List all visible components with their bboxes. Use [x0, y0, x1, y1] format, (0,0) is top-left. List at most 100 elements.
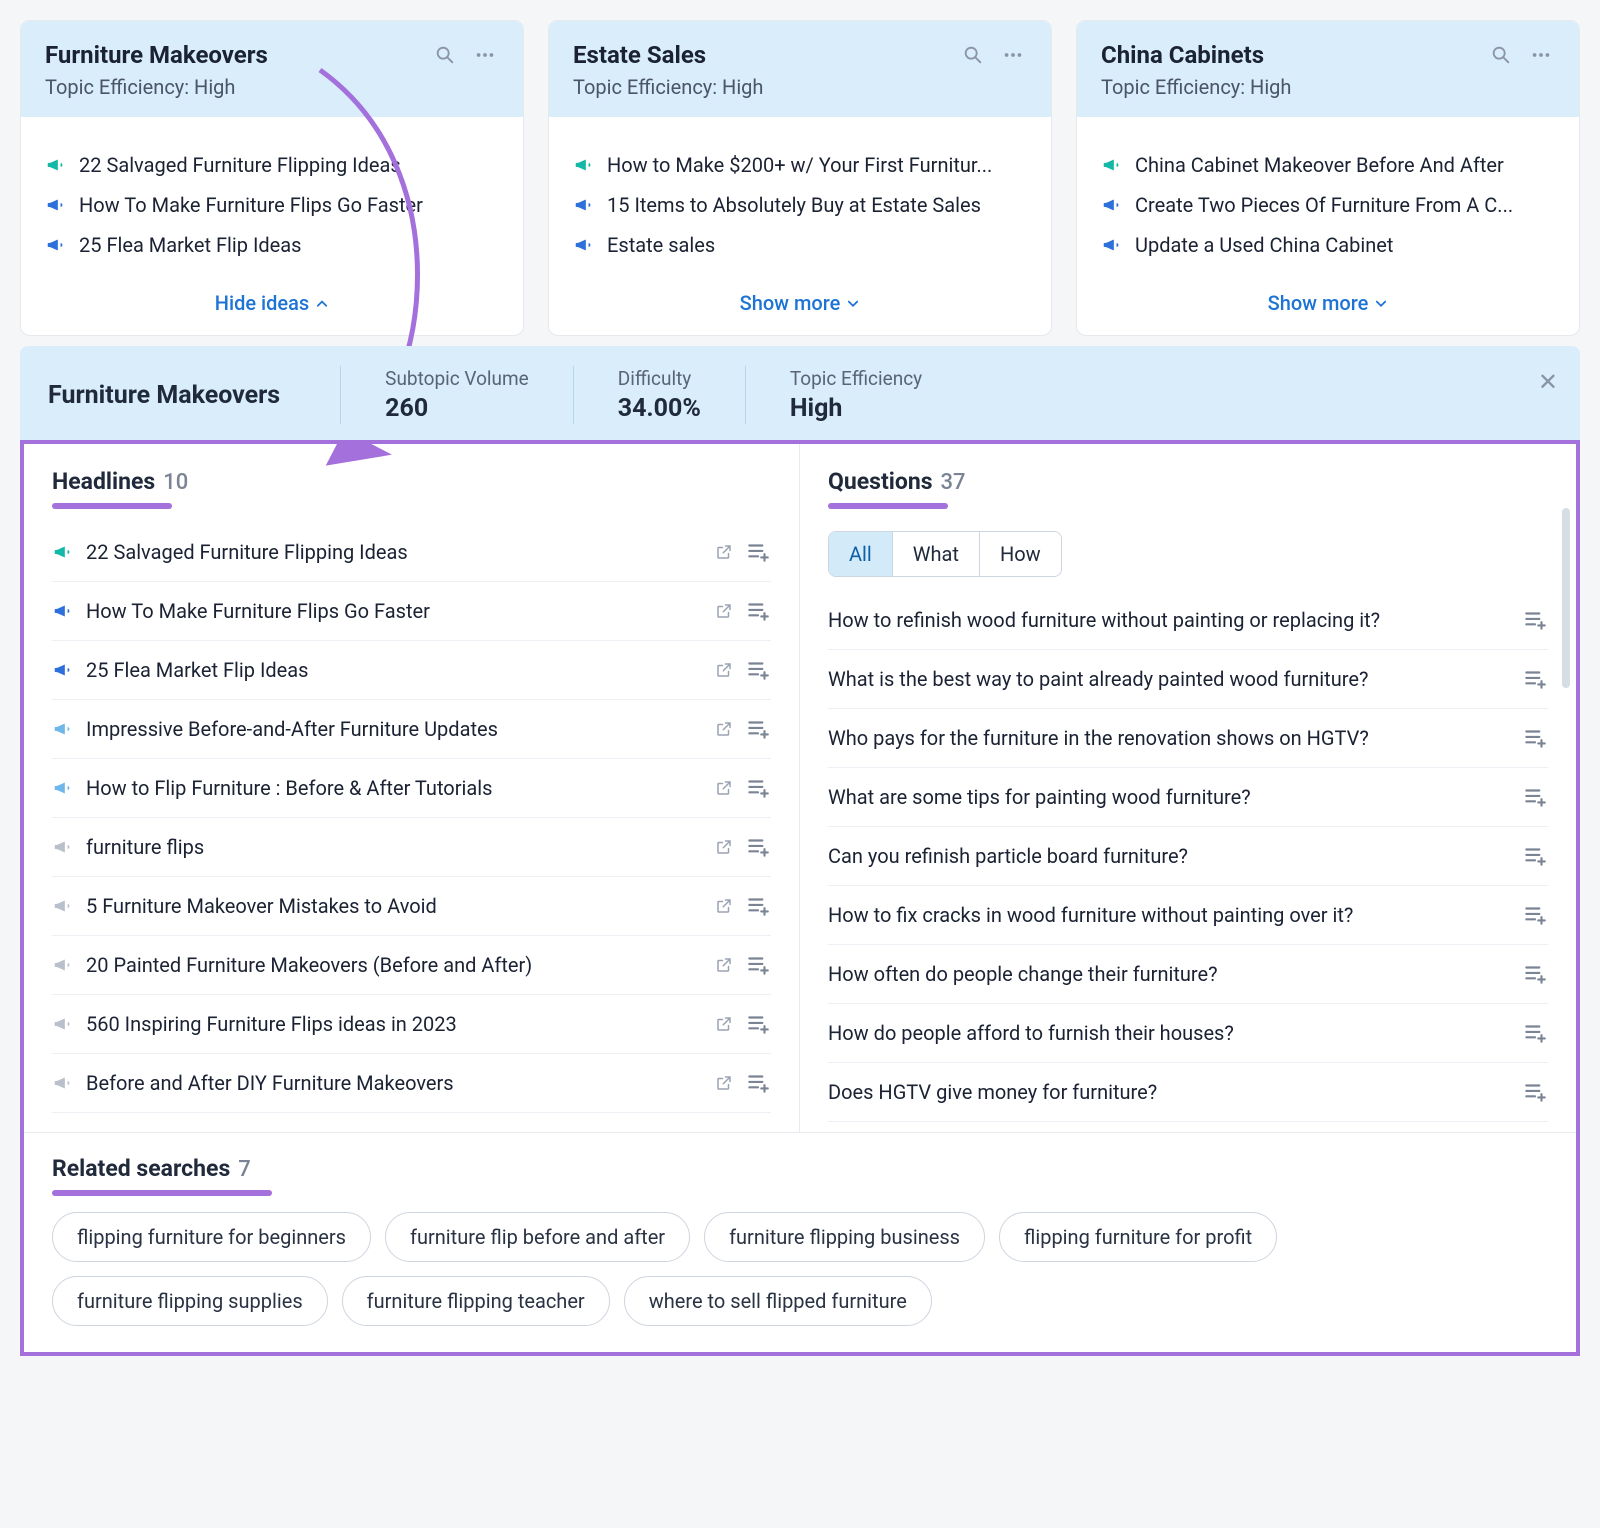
- search-icon[interactable]: [431, 41, 459, 69]
- filter-tab-what[interactable]: What: [893, 532, 980, 576]
- add-to-list-icon[interactable]: [1522, 1079, 1548, 1105]
- add-to-list-icon[interactable]: [745, 775, 771, 801]
- headline-row[interactable]: Before and After DIY Furniture Makeovers: [52, 1054, 771, 1113]
- card-title: Estate Sales: [573, 41, 947, 69]
- card-header: China Cabinets Topic Efficiency: High: [1077, 21, 1579, 117]
- card-body: 22 Salvaged Furniture Flipping Ideas How…: [21, 117, 523, 275]
- question-text: What is the best way to paint already pa…: [828, 667, 1510, 691]
- external-link-icon[interactable]: [715, 1074, 733, 1092]
- add-to-list-icon[interactable]: [1522, 784, 1548, 810]
- add-to-list-icon[interactable]: [745, 1011, 771, 1037]
- card-header: Furniture Makeovers Topic Efficiency: Hi…: [21, 21, 523, 117]
- related-chip[interactable]: furniture flipping supplies: [52, 1276, 328, 1326]
- add-to-list-icon[interactable]: [745, 893, 771, 919]
- question-row[interactable]: What are some tips for painting wood fur…: [828, 768, 1548, 827]
- related-chip[interactable]: flipping furniture for profit: [999, 1212, 1277, 1262]
- headline-row[interactable]: 22 Salvaged Furniture Flipping Ideas: [52, 523, 771, 582]
- idea-line[interactable]: Create Two Pieces Of Furniture From A C.…: [1101, 185, 1555, 225]
- card-header: Estate Sales Topic Efficiency: High: [549, 21, 1051, 117]
- filter-tab-all[interactable]: All: [829, 532, 893, 576]
- headline-row[interactable]: Impressive Before-and-After Furniture Up…: [52, 700, 771, 759]
- stat-efficiency: Topic Efficiency High: [766, 367, 946, 423]
- megaphone-icon: [52, 718, 74, 740]
- idea-line[interactable]: 15 Items to Absolutely Buy at Estate Sal…: [573, 185, 1027, 225]
- hide-ideas-toggle[interactable]: Hide ideas: [215, 291, 329, 315]
- related-chip[interactable]: where to sell flipped furniture: [624, 1276, 932, 1326]
- add-to-list-icon[interactable]: [745, 539, 771, 565]
- related-chip[interactable]: furniture flipping business: [704, 1212, 985, 1262]
- idea-line[interactable]: How to Make $200+ w/ Your First Furnitur…: [573, 145, 1027, 185]
- search-icon[interactable]: [1487, 41, 1515, 69]
- idea-line[interactable]: How To Make Furniture Flips Go Faster: [45, 185, 499, 225]
- filter-tab-how[interactable]: How: [980, 532, 1061, 576]
- headline-row[interactable]: How to Flip Furniture : Before & After T…: [52, 759, 771, 818]
- stat-subtopic-volume: Subtopic Volume 260: [361, 367, 553, 423]
- add-to-list-icon[interactable]: [745, 834, 771, 860]
- idea-line[interactable]: 25 Flea Market Flip Ideas: [45, 225, 499, 265]
- external-link-icon[interactable]: [715, 602, 733, 620]
- add-to-list-icon[interactable]: [1522, 1020, 1548, 1046]
- card-body: China Cabinet Makeover Before And After …: [1077, 117, 1579, 275]
- add-to-list-icon[interactable]: [1522, 961, 1548, 987]
- headline-row[interactable]: 560 Inspiring Furniture Flips ideas in 2…: [52, 995, 771, 1054]
- external-link-icon[interactable]: [715, 956, 733, 974]
- headline-row[interactable]: 20 Painted Furniture Makeovers (Before a…: [52, 936, 771, 995]
- add-to-list-icon[interactable]: [745, 952, 771, 978]
- add-to-list-icon[interactable]: [745, 657, 771, 683]
- add-to-list-icon[interactable]: [745, 716, 771, 742]
- idea-line[interactable]: 22 Salvaged Furniture Flipping Ideas: [45, 145, 499, 185]
- headline-text: 20 Painted Furniture Makeovers (Before a…: [86, 953, 703, 977]
- headline-row[interactable]: 25 Flea Market Flip Ideas: [52, 641, 771, 700]
- megaphone-icon: [573, 194, 595, 216]
- search-icon[interactable]: [959, 41, 987, 69]
- related-chip[interactable]: flipping furniture for beginners: [52, 1212, 371, 1262]
- question-row[interactable]: How often do people change their furnitu…: [828, 945, 1548, 1004]
- external-link-icon[interactable]: [715, 1015, 733, 1033]
- question-row[interactable]: Can you refinish particle board furnitur…: [828, 827, 1548, 886]
- megaphone-icon: [52, 954, 74, 976]
- add-to-list-icon[interactable]: [745, 1070, 771, 1096]
- question-row[interactable]: How do people afford to furnish their ho…: [828, 1004, 1548, 1063]
- question-row[interactable]: What is the best way to paint already pa…: [828, 650, 1548, 709]
- question-row[interactable]: Who pays for the furniture in the renova…: [828, 709, 1548, 768]
- more-icon[interactable]: [1527, 41, 1555, 69]
- add-to-list-icon[interactable]: [745, 598, 771, 624]
- question-row[interactable]: How to refinish wood furniture without p…: [828, 591, 1548, 650]
- questions-count: 37: [941, 470, 966, 495]
- megaphone-icon: [45, 154, 67, 176]
- headlines-column: Headlines 10 22 Salvaged Furniture Flipp…: [24, 444, 800, 1132]
- external-link-icon[interactable]: [715, 897, 733, 915]
- scrollbar[interactable]: [1562, 508, 1570, 688]
- add-to-list-icon[interactable]: [1522, 902, 1548, 928]
- external-link-icon[interactable]: [715, 720, 733, 738]
- megaphone-icon: [1101, 234, 1123, 256]
- headline-row[interactable]: 5 Furniture Makeover Mistakes to Avoid: [52, 877, 771, 936]
- related-chip[interactable]: furniture flipping teacher: [342, 1276, 610, 1326]
- questions-column: Questions 37 All What How How to refinis…: [800, 444, 1576, 1132]
- external-link-icon[interactable]: [715, 661, 733, 679]
- topic-card: Furniture Makeovers Topic Efficiency: Hi…: [20, 20, 524, 336]
- question-row[interactable]: How to fix cracks in wood furniture with…: [828, 886, 1548, 945]
- card-efficiency: Topic Efficiency: High: [1101, 75, 1555, 99]
- add-to-list-icon[interactable]: [1522, 666, 1548, 692]
- external-link-icon[interactable]: [715, 838, 733, 856]
- megaphone-icon: [573, 154, 595, 176]
- megaphone-icon: [52, 659, 74, 681]
- more-icon[interactable]: [471, 41, 499, 69]
- idea-line[interactable]: China Cabinet Makeover Before And After: [1101, 145, 1555, 185]
- external-link-icon[interactable]: [715, 543, 733, 561]
- idea-line[interactable]: Estate sales: [573, 225, 1027, 265]
- headline-row[interactable]: furniture flips: [52, 818, 771, 877]
- external-link-icon[interactable]: [715, 779, 733, 797]
- show-more-toggle[interactable]: Show more: [740, 291, 861, 315]
- add-to-list-icon[interactable]: [1522, 843, 1548, 869]
- close-icon[interactable]: ✕: [1538, 368, 1558, 397]
- add-to-list-icon[interactable]: [1522, 725, 1548, 751]
- more-icon[interactable]: [999, 41, 1027, 69]
- show-more-toggle[interactable]: Show more: [1268, 291, 1389, 315]
- headline-row[interactable]: How To Make Furniture Flips Go Faster: [52, 582, 771, 641]
- idea-line[interactable]: Update a Used China Cabinet: [1101, 225, 1555, 265]
- question-row[interactable]: Does HGTV give money for furniture?: [828, 1063, 1548, 1122]
- related-chip[interactable]: furniture flip before and after: [385, 1212, 690, 1262]
- add-to-list-icon[interactable]: [1522, 607, 1548, 633]
